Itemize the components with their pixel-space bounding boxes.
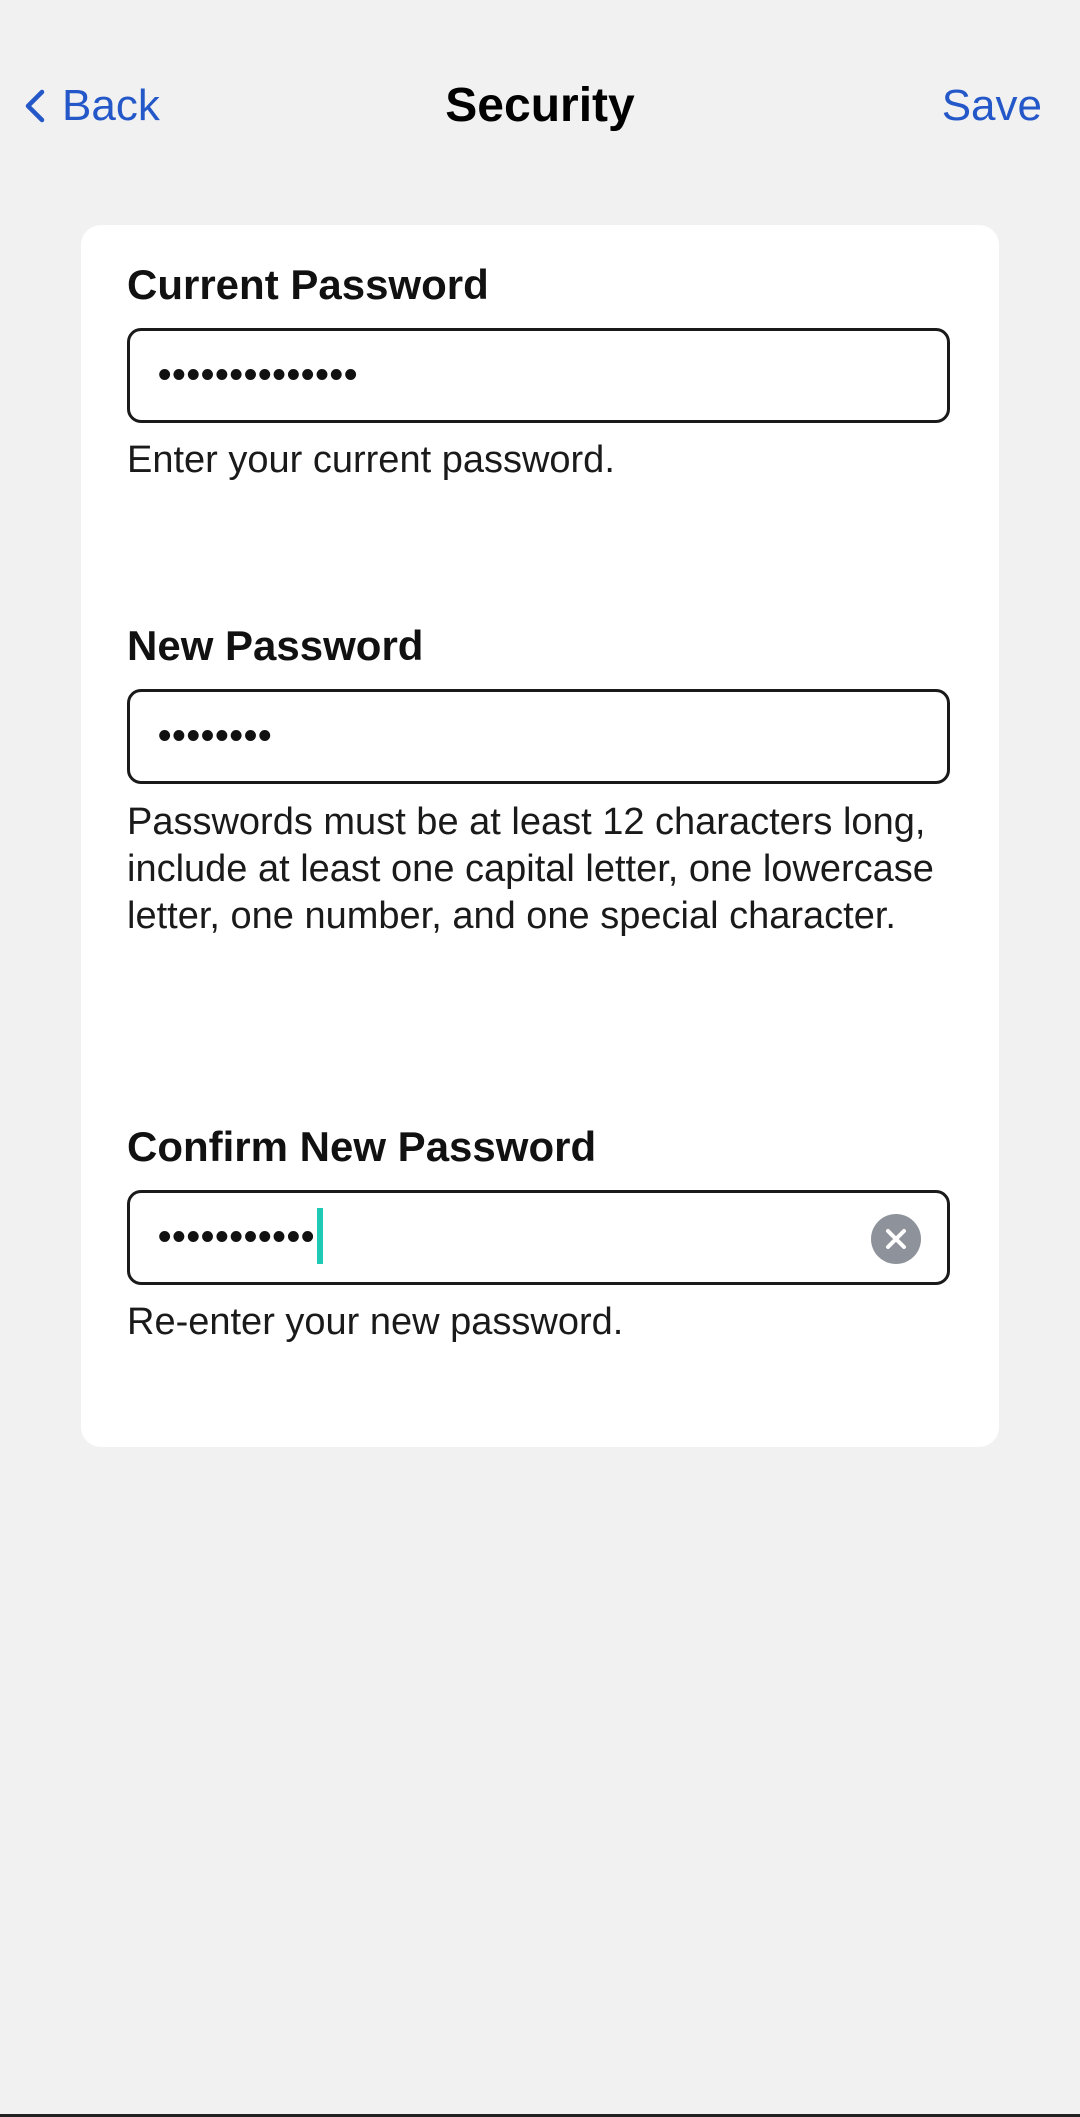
navigation-bar: Back Security Save [0,0,1080,210]
clear-button[interactable] [871,1214,921,1264]
current-password-value: •••••••••••••• [158,354,359,396]
chevron-left-icon [25,89,45,123]
new-password-value: •••••••• [158,715,273,757]
confirm-password-value-wrapper: ••••••••••• [158,1193,324,1282]
confirm-password-helper: Re-enter your new password. [127,1301,624,1343]
page-title: Security [445,79,635,132]
new-password-label: New Password [127,622,424,669]
back-label: Back [62,81,160,130]
confirm-password-value: ••••••••••• [158,1216,316,1258]
save-button[interactable]: Save [942,76,1042,136]
close-icon [886,1229,906,1249]
confirm-password-field[interactable]: ••••••••••• [127,1190,950,1285]
current-password-label: Current Password [127,261,489,308]
new-password-field[interactable]: •••••••• [127,689,950,784]
new-password-helper: Passwords must be at least 12 characters… [127,801,934,937]
current-password-helper: Enter your current password. [127,439,615,481]
password-form-card: Current Password •••••••••••••• Enter yo… [81,225,999,1447]
current-password-field[interactable]: •••••••••••••• [127,328,950,423]
back-button[interactable]: Back [20,76,160,136]
confirm-password-label: Confirm New Password [127,1123,597,1170]
text-cursor [317,1207,324,1264]
